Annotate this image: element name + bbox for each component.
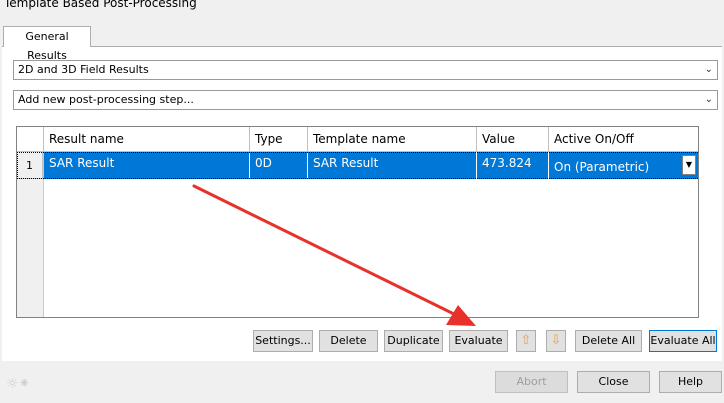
- duplicate-button[interactable]: Duplicate: [384, 330, 443, 352]
- watermark-logo: ☼⁕: [6, 376, 31, 392]
- abort-button[interactable]: Abort: [495, 371, 568, 393]
- tab-general-results[interactable]: General Results: [3, 26, 91, 62]
- up-arrow-icon[interactable]: ⇧: [516, 330, 536, 352]
- down-arrow-icon[interactable]: ⇩: [546, 330, 566, 352]
- settings-button[interactable]: Settings...: [253, 330, 313, 352]
- evaluate-all-button[interactable]: Evaluate All: [649, 330, 717, 352]
- delete-button[interactable]: Delete: [319, 330, 378, 352]
- evaluate-button[interactable]: Evaluate: [449, 330, 508, 352]
- help-button[interactable]: Help: [659, 371, 722, 393]
- delete-all-button[interactable]: Delete All: [575, 330, 642, 352]
- close-button[interactable]: Close: [577, 371, 650, 393]
